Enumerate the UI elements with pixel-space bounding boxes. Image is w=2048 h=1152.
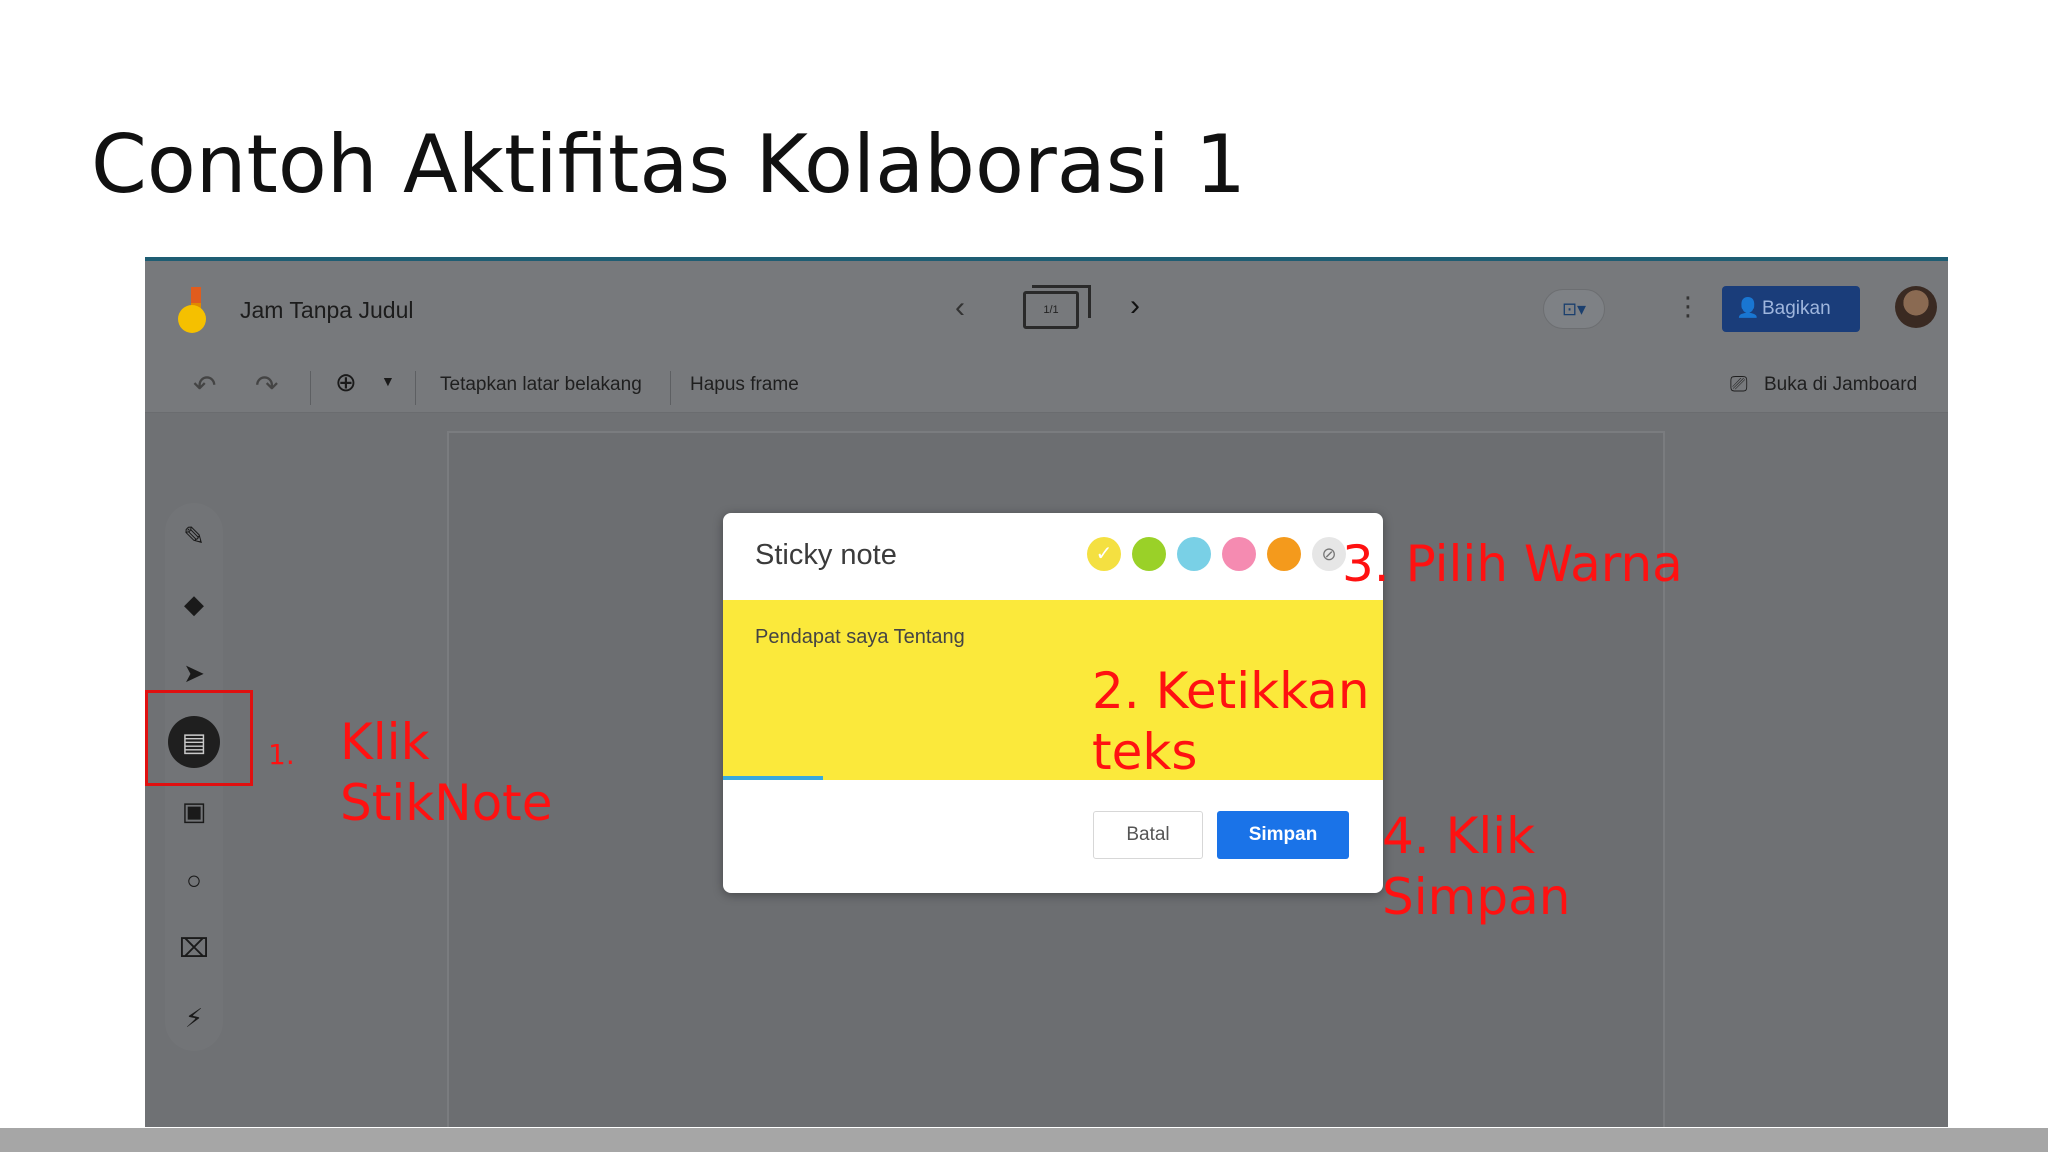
slide-title: Contoh Aktifitas Kolaborasi 1 [91, 118, 1247, 211]
step1-line1: Klik [340, 713, 430, 771]
mute-icon: ⊘ [1321, 544, 1337, 564]
step2-line2: teks [1092, 723, 1198, 781]
eraser-icon[interactable]: ◆ [165, 589, 223, 620]
step1-annotation: Klik StikNote [340, 712, 553, 834]
step2-annotation: 2. Ketikkan teks [1092, 661, 1370, 783]
note-text-input[interactable]: Pendapat saya Tentang [755, 626, 965, 649]
present-icon: ⊡▾ [1561, 299, 1587, 319]
app-header: Jam Tanpa Judul ‹ 1/1 › ⊡▾ ⋮ 👤 Bagikan [145, 261, 1948, 357]
step1-line2: StikNote [340, 774, 553, 832]
open-in-jamboard-label: Buka di Jamboard [1764, 374, 1918, 395]
zoom-icon[interactable]: ⊕ [335, 367, 357, 398]
open-in-jamboard-button[interactable]: Buka di Jamboard [1730, 374, 1917, 396]
next-frame-icon[interactable]: › [1130, 289, 1140, 323]
color-swatch-green[interactable] [1132, 537, 1166, 571]
step2-line1: 2. Ketikkan [1092, 662, 1370, 720]
text-box-icon[interactable]: ⌧ [165, 933, 223, 964]
color-swatch-orange[interactable] [1267, 537, 1301, 571]
person-add-icon: 👤 [1736, 298, 1760, 319]
jamboard-logo-icon [178, 287, 206, 333]
sticky-note-highlight-box [145, 690, 253, 786]
image-icon[interactable]: ▣ [165, 796, 223, 827]
share-label: Bagikan [1762, 298, 1831, 319]
color-swatch-blue[interactable] [1177, 537, 1211, 571]
share-button[interactable]: 👤 Bagikan [1722, 286, 1860, 332]
present-button[interactable]: ⊡▾ [1543, 289, 1605, 329]
document-title[interactable]: Jam Tanpa Judul [240, 297, 413, 324]
save-button[interactable]: Simpan [1217, 811, 1349, 859]
laser-icon[interactable]: ⚡ [165, 1003, 223, 1034]
frame-bar-toggle[interactable]: 1/1 [1023, 285, 1091, 329]
circle-icon[interactable]: ○ [165, 865, 223, 896]
toolbar-divider [310, 371, 311, 405]
pen-icon[interactable]: ✎ [165, 521, 223, 552]
bottom-strip [0, 1128, 2048, 1152]
step3-annotation: 3. Pilih Warna [1342, 535, 1683, 593]
previous-frame-icon[interactable]: ‹ [955, 291, 965, 325]
color-swatch-more[interactable]: ⊘ [1312, 537, 1346, 571]
select-icon[interactable]: ➤ [165, 658, 223, 689]
check-icon: ✓ [1095, 543, 1113, 565]
step4-annotation: 4. Klik Simpan [1382, 806, 1570, 928]
input-underline [723, 776, 823, 780]
undo-icon[interactable]: ↶ [193, 369, 216, 402]
step1-number: 1. [268, 738, 295, 771]
step4-line1: 4. Klik [1382, 807, 1536, 865]
cancel-button[interactable]: Batal [1093, 811, 1203, 859]
color-swatch-yellow[interactable]: ✓ [1087, 537, 1121, 571]
frame-counter: 1/1 [1043, 304, 1059, 316]
avatar[interactable] [1895, 286, 1937, 328]
color-swatch-pink[interactable] [1222, 537, 1256, 571]
toolbar-divider [670, 371, 671, 405]
toolbar-divider [415, 371, 416, 405]
jamboard-screenshot: Jam Tanpa Judul ‹ 1/1 › ⊡▾ ⋮ 👤 Bagikan ↶… [145, 257, 1948, 1127]
delete-frame-button[interactable]: Hapus frame [690, 374, 799, 396]
step4-line2: Simpan [1382, 868, 1571, 926]
chevron-down-icon[interactable]: ▼ [381, 373, 395, 389]
more-options-icon[interactable]: ⋮ [1675, 291, 1701, 322]
dialog-title: Sticky note [755, 539, 897, 571]
redo-icon[interactable]: ↷ [255, 369, 278, 402]
set-background-button[interactable]: Tetapkan latar belakang [440, 374, 642, 396]
